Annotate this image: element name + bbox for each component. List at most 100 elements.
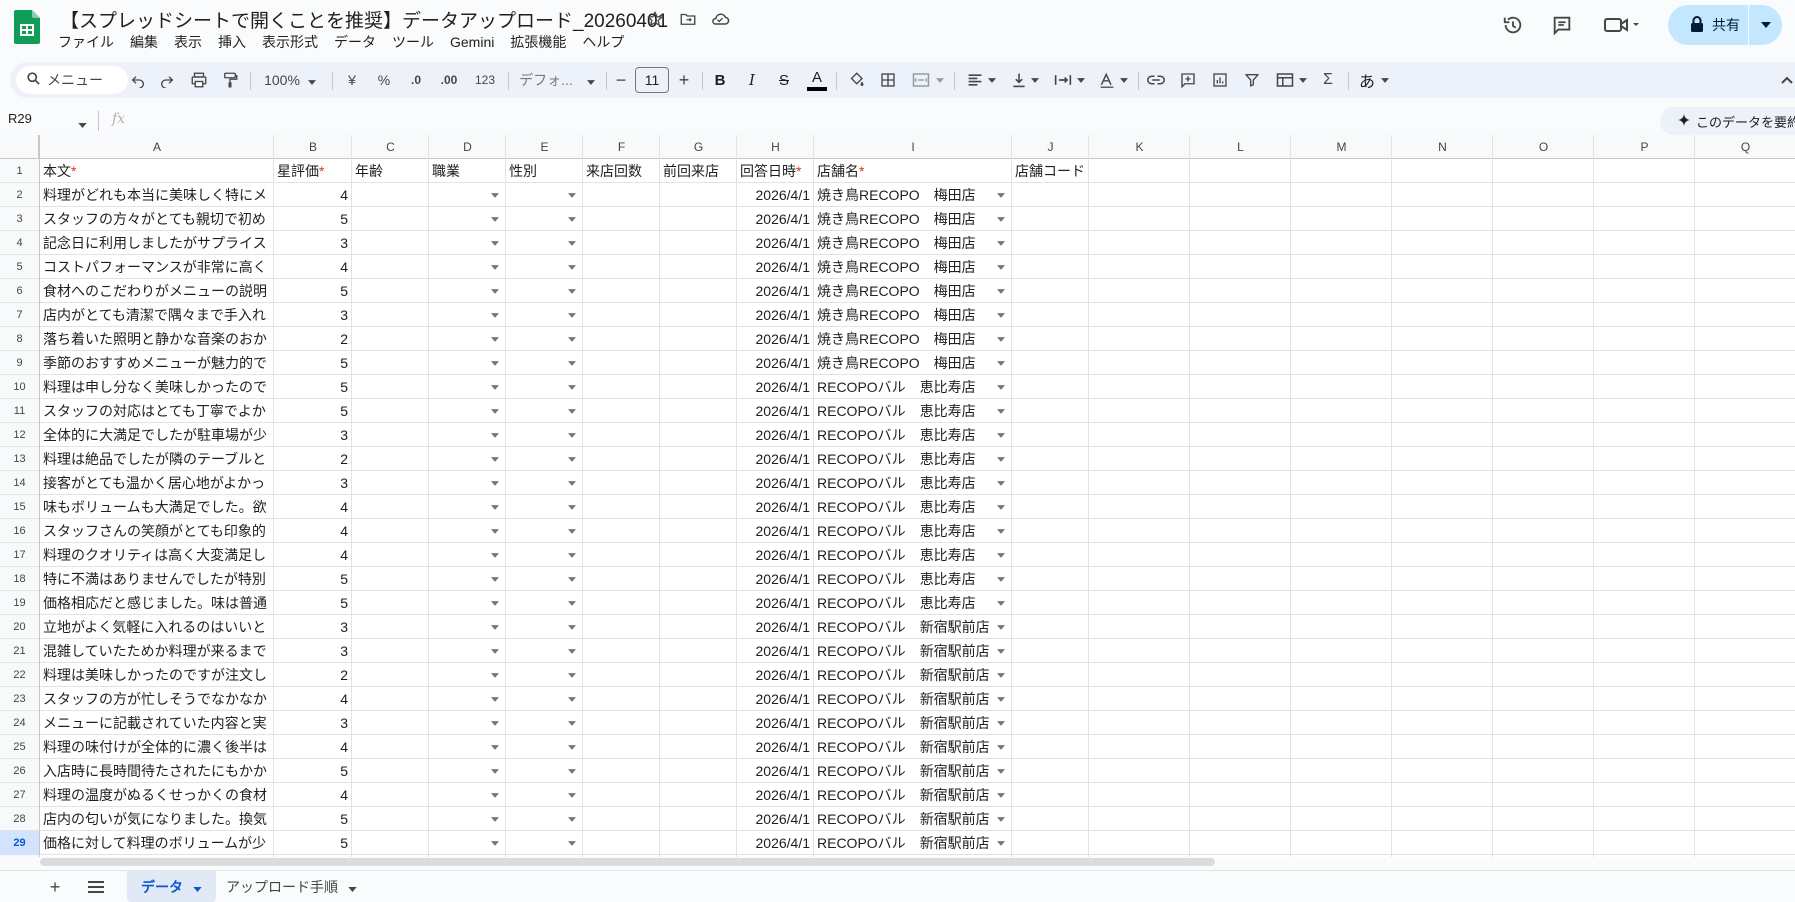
paint-format-icon[interactable] xyxy=(218,62,242,98)
dropdown-chevron-icon[interactable] xyxy=(567,327,577,351)
answer-date-cell[interactable]: 2026/4/1 xyxy=(737,183,814,207)
dropdown-chevron-icon[interactable] xyxy=(567,807,577,831)
store-name-cell[interactable]: 焼き鳥RECOPO 梅田店 xyxy=(814,207,992,231)
column-header-b[interactable]: B xyxy=(274,135,352,159)
review-text-cell[interactable]: 店内がとても清潔で隅々まで手入れ xyxy=(40,303,274,327)
row-header[interactable]: 22 xyxy=(0,663,39,687)
rating-cell[interactable]: 5 xyxy=(274,567,352,591)
dropdown-chevron-icon[interactable] xyxy=(490,735,500,759)
fill-color-icon[interactable] xyxy=(844,62,868,98)
column-header-q[interactable]: Q xyxy=(1695,135,1795,159)
dropdown-chevron-icon[interactable] xyxy=(490,543,500,567)
menu-format[interactable]: 表示形式 xyxy=(254,31,326,53)
dropdown-chevron-icon[interactable] xyxy=(996,303,1006,327)
rating-cell[interactable]: 4 xyxy=(274,735,352,759)
table-view-icon[interactable] xyxy=(1272,62,1310,98)
store-name-cell[interactable]: RECOPOバル 新宿駅前店 xyxy=(814,735,992,759)
dropdown-chevron-icon[interactable] xyxy=(490,615,500,639)
row-header[interactable]: 3 xyxy=(0,207,39,231)
dropdown-chevron-icon[interactable] xyxy=(996,207,1006,231)
review-text-cell[interactable]: 季節のおすすめメニューが魅力的で xyxy=(40,351,274,375)
row-header[interactable]: 1 xyxy=(0,159,39,183)
header-cell[interactable]: 店舗コード xyxy=(1012,159,1089,183)
italic-icon[interactable]: I xyxy=(740,62,764,98)
menu-data[interactable]: データ xyxy=(326,31,384,53)
row-header[interactable]: 8 xyxy=(0,327,39,351)
answer-date-cell[interactable]: 2026/4/1 xyxy=(737,735,814,759)
row-header[interactable]: 13 xyxy=(0,447,39,471)
column-header-h[interactable]: H xyxy=(737,135,814,159)
dropdown-chevron-icon[interactable] xyxy=(490,423,500,447)
column-header-i[interactable]: I xyxy=(814,135,1012,159)
menu-insert[interactable]: 挿入 xyxy=(210,31,254,53)
rating-cell[interactable]: 2 xyxy=(274,663,352,687)
store-name-cell[interactable]: RECOPOバル 新宿駅前店 xyxy=(814,783,992,807)
spreadsheet-grid[interactable]: A B C D E F G H I J K L M N O P Q 1 2 3 4 5 6 7 8 9 10 11 12 13 14 15 16… xyxy=(0,135,1795,857)
functions-icon[interactable]: Σ xyxy=(1316,62,1340,98)
rating-cell[interactable]: 5 xyxy=(274,351,352,375)
font-family-select[interactable]: デフォ... xyxy=(514,62,600,98)
store-name-cell[interactable]: 焼き鳥RECOPO 梅田店 xyxy=(814,255,992,279)
review-text-cell[interactable]: 立地がよく気軽に入れるのはいいと xyxy=(40,615,274,639)
dropdown-chevron-icon[interactable] xyxy=(490,327,500,351)
column-header-n[interactable]: N xyxy=(1392,135,1493,159)
move-folder-icon[interactable] xyxy=(677,8,699,30)
answer-date-cell[interactable]: 2026/4/1 xyxy=(737,255,814,279)
store-name-cell[interactable]: RECOPOバル 恵比寿店 xyxy=(814,591,992,615)
review-text-cell[interactable]: 接客がとても温かく居心地がよかっ xyxy=(40,471,274,495)
dropdown-chevron-icon[interactable] xyxy=(996,423,1006,447)
answer-date-cell[interactable]: 2026/4/1 xyxy=(737,471,814,495)
rating-cell[interactable]: 3 xyxy=(274,303,352,327)
font-size-input[interactable]: 11 xyxy=(635,67,669,93)
store-name-cell[interactable]: RECOPOバル 恵比寿店 xyxy=(814,519,992,543)
row-header[interactable]: 6 xyxy=(0,279,39,303)
dropdown-chevron-icon[interactable] xyxy=(996,687,1006,711)
answer-date-cell[interactable]: 2026/4/1 xyxy=(737,663,814,687)
review-text-cell[interactable]: 店内の匂いが気になりました。換気 xyxy=(40,807,274,831)
store-name-cell[interactable]: RECOPOバル 新宿駅前店 xyxy=(814,831,992,855)
text-color-icon[interactable]: A xyxy=(805,62,829,98)
dropdown-chevron-icon[interactable] xyxy=(567,423,577,447)
rating-cell[interactable]: 4 xyxy=(274,687,352,711)
row-header[interactable]: 16 xyxy=(0,519,39,543)
undo-icon[interactable] xyxy=(126,62,150,98)
dropdown-chevron-icon[interactable] xyxy=(567,207,577,231)
review-text-cell[interactable]: 混雑していたためか料理が来るまで xyxy=(40,639,274,663)
dropdown-chevron-icon[interactable] xyxy=(996,735,1006,759)
dropdown-chevron-icon[interactable] xyxy=(490,471,500,495)
store-name-cell[interactable]: 焼き鳥RECOPO 梅田店 xyxy=(814,183,992,207)
row-header[interactable]: 5 xyxy=(0,255,39,279)
review-text-cell[interactable]: メニューに記載されていた内容と実 xyxy=(40,711,274,735)
share-main[interactable]: 共有 xyxy=(1668,5,1748,45)
row-header[interactable]: 17 xyxy=(0,543,39,567)
dropdown-chevron-icon[interactable] xyxy=(490,447,500,471)
review-text-cell[interactable]: コストパフォーマンスが非常に高く xyxy=(40,255,274,279)
store-name-cell[interactable]: RECOPOバル 新宿駅前店 xyxy=(814,615,992,639)
store-name-cell[interactable]: 焼き鳥RECOPO 梅田店 xyxy=(814,231,992,255)
dropdown-chevron-icon[interactable] xyxy=(996,711,1006,735)
print-icon[interactable] xyxy=(187,62,211,98)
dropdown-chevron-icon[interactable] xyxy=(490,495,500,519)
document-title[interactable]: 【スプレッドシートで開くことを推奨】データアップロード_20260401 xyxy=(60,6,668,33)
store-name-cell[interactable]: RECOPOバル 恵比寿店 xyxy=(814,423,992,447)
answer-date-cell[interactable]: 2026/4/1 xyxy=(737,423,814,447)
store-name-cell[interactable]: RECOPOバル 恵比寿店 xyxy=(814,399,992,423)
menu-help[interactable]: ヘルプ xyxy=(574,31,632,53)
row-header[interactable]: 14 xyxy=(0,471,39,495)
column-header-g[interactable]: G xyxy=(660,135,737,159)
column-header-j[interactable]: J xyxy=(1012,135,1089,159)
store-name-cell[interactable]: RECOPOバル 新宿駅前店 xyxy=(814,663,992,687)
store-name-cell[interactable]: RECOPOバル 恵比寿店 xyxy=(814,447,992,471)
answer-date-cell[interactable]: 2026/4/1 xyxy=(737,783,814,807)
store-name-cell[interactable]: RECOPOバル 新宿駅前店 xyxy=(814,639,992,663)
dropdown-chevron-icon[interactable] xyxy=(567,399,577,423)
answer-date-cell[interactable]: 2026/4/1 xyxy=(737,279,814,303)
dropdown-chevron-icon[interactable] xyxy=(567,279,577,303)
dropdown-chevron-icon[interactable] xyxy=(996,447,1006,471)
horizontal-align-icon[interactable] xyxy=(962,62,1000,98)
header-cell[interactable]: 本文* xyxy=(40,159,274,183)
store-name-cell[interactable]: 焼き鳥RECOPO 梅田店 xyxy=(814,351,992,375)
answer-date-cell[interactable]: 2026/4/1 xyxy=(737,447,814,471)
dropdown-chevron-icon[interactable] xyxy=(490,831,500,855)
row-header[interactable]: 29 xyxy=(0,831,39,855)
